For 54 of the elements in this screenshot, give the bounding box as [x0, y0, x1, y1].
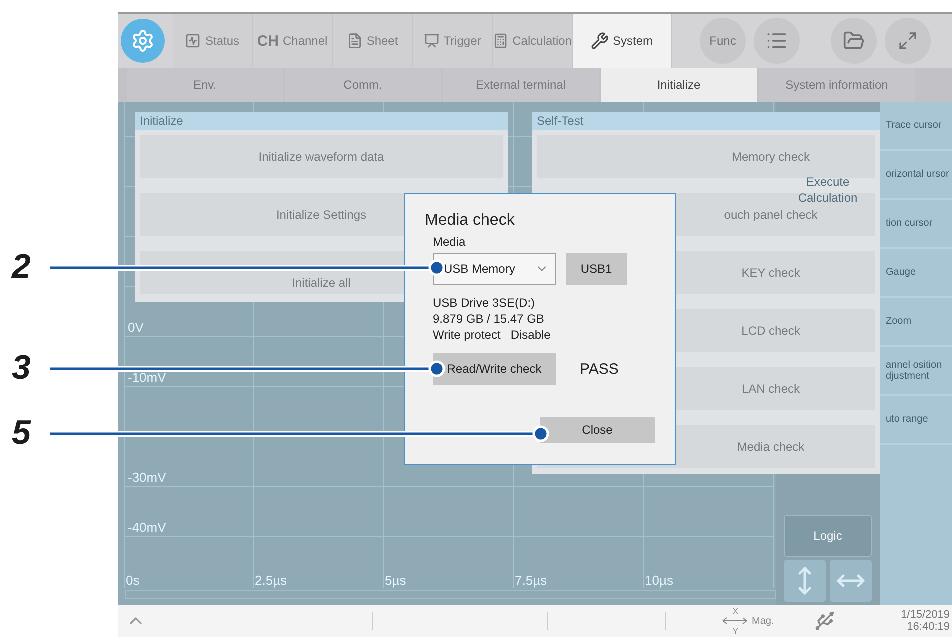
write-protect-label: Write protect — [433, 327, 501, 343]
settings-tab[interactable]: Initialize — [601, 68, 757, 102]
trigger-icon — [424, 33, 440, 49]
axis-label: -30mV — [128, 470, 166, 485]
folder-icon — [843, 30, 865, 52]
initialize-button[interactable]: Initialize waveform data — [140, 135, 503, 178]
field-label: Media — [433, 235, 467, 249]
toolbar-tab[interactable]: Status — [173, 14, 253, 68]
horizontal-arrow-button[interactable] — [830, 560, 872, 602]
panel-title: Self-Test — [532, 112, 880, 130]
read-write-check-button[interactable]: Read/Write check — [433, 353, 556, 385]
axis-label: -10mV — [128, 370, 166, 385]
axis-label: 2.5µs — [255, 573, 288, 588]
list-button[interactable] — [754, 18, 800, 64]
media-select[interactable]: USB Memory — [433, 253, 556, 285]
axis-label: 7.5µs — [515, 573, 548, 588]
func-button[interactable]: Func — [700, 18, 746, 64]
status-date: 1/15/2019 — [901, 609, 950, 621]
status-time: 16:40:19 — [907, 621, 950, 633]
callout-number: 3 — [12, 351, 31, 385]
toolbar-tab[interactable]: CH Channel — [253, 14, 333, 68]
axis-label: 5µs — [385, 573, 406, 588]
wrench-icon — [590, 32, 609, 50]
mag-label: Mag. — [752, 616, 774, 626]
sheet-icon — [346, 33, 363, 49]
settings-tab[interactable]: External terminal — [443, 68, 599, 102]
expand-icon — [898, 31, 918, 51]
toolbar-tab[interactable]: Sheet — [333, 14, 413, 68]
axis-label: 10µs — [645, 573, 674, 588]
toolbar-tab[interactable]: System — [573, 14, 672, 68]
usb-icon — [814, 610, 836, 632]
toolbar-tab[interactable]: Trigger — [413, 14, 493, 68]
settings-icon — [131, 29, 155, 53]
calculator-icon — [493, 32, 509, 50]
settings-tab[interactable]: Comm. — [285, 68, 441, 102]
close-button[interactable]: Close — [540, 417, 655, 443]
waveform-icon — [185, 33, 202, 49]
toolbar-tab[interactable]: Calculation — [493, 14, 573, 68]
settings-button[interactable] — [121, 19, 165, 63]
self-test-button[interactable]: Memory check — [537, 135, 875, 178]
axis-label: -40mV — [128, 520, 166, 535]
settings-tab[interactable]: Env. — [127, 68, 283, 102]
axis-label: 0V — [128, 320, 144, 335]
axis-label: 0s — [126, 573, 140, 588]
folder-button[interactable] — [831, 18, 877, 64]
expand-button[interactable] — [885, 18, 931, 64]
settings-tab[interactable]: System information — [759, 68, 915, 102]
usb-port-button[interactable]: USB1 — [566, 253, 627, 285]
callout-number: 2 — [12, 250, 31, 284]
drive-name: USB Drive 3SE(D:) — [433, 295, 536, 311]
vertical-arrow-button[interactable] — [784, 560, 826, 602]
logic-button[interactable]: Logic — [784, 515, 872, 557]
panel-title: Initialize — [135, 112, 508, 130]
callout-number: 5 — [12, 416, 31, 450]
